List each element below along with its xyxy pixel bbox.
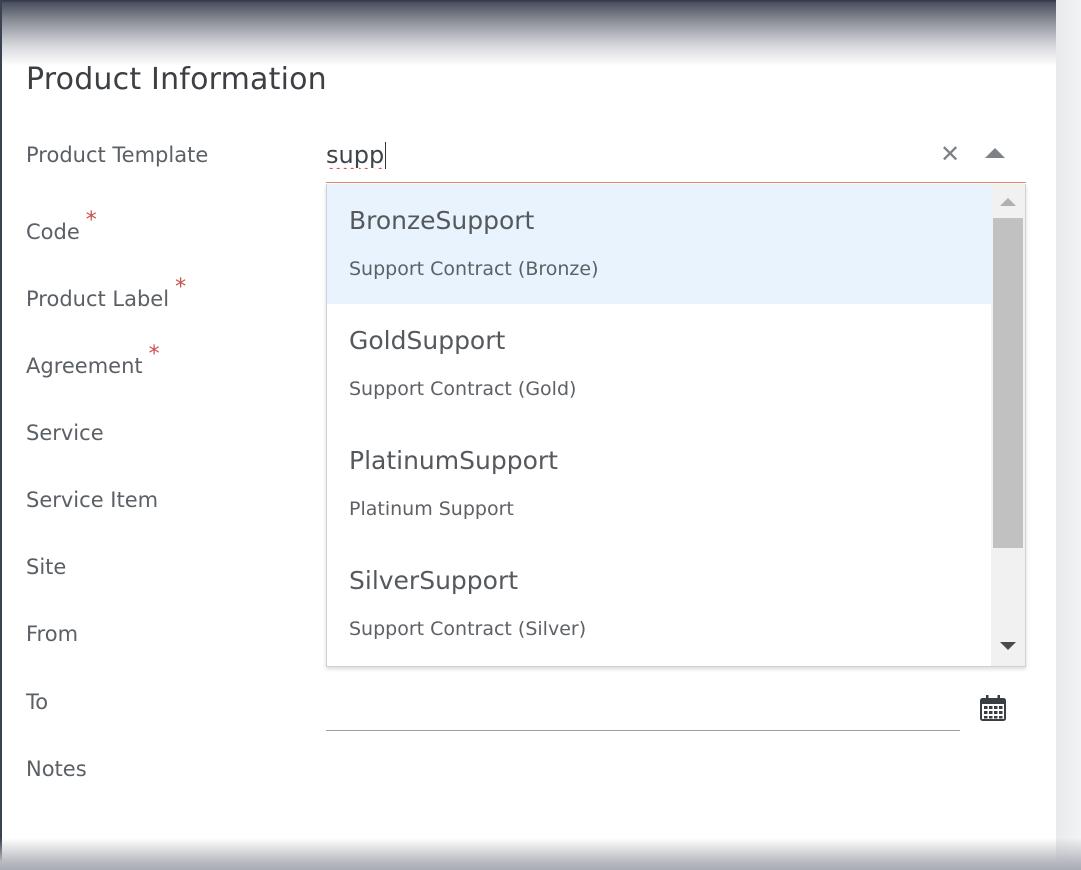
text-caret xyxy=(385,142,386,169)
close-icon[interactable]: ✕ xyxy=(938,140,962,168)
option-description: Support Contract (Gold) xyxy=(349,378,577,400)
service-label: Service xyxy=(26,421,104,445)
required-marker: * xyxy=(175,275,187,300)
site-label-text: Site xyxy=(26,555,67,579)
option-code: BronzeSupport xyxy=(349,206,535,235)
site-label: Site xyxy=(26,555,66,579)
option-code: GoldSupport xyxy=(349,326,506,355)
notes-label-text: Notes xyxy=(26,757,87,781)
product-template-dropdown[interactable]: BronzeSupport Support Contract (Bronze) … xyxy=(326,184,1026,667)
option-description: Platinum Support xyxy=(349,498,514,520)
required-marker: * xyxy=(85,208,97,233)
service-item-label: Service Item xyxy=(26,488,158,512)
product-label-label: Product Label * xyxy=(26,275,186,312)
option-code: PlatinumSupport xyxy=(349,446,558,475)
from-label: From xyxy=(26,622,78,646)
notes-label: Notes xyxy=(26,757,87,781)
frame-border xyxy=(0,0,2,870)
option-description: Support Contract (Silver) xyxy=(349,618,587,640)
product-template-label-text: Product Template xyxy=(26,143,209,167)
option-code: SilverSupport xyxy=(349,566,519,595)
list-item[interactable]: PlatinumSupport Platinum Support xyxy=(327,424,991,544)
code-label: Code * xyxy=(26,208,97,245)
bottom-shadow xyxy=(0,838,1081,870)
agreement-label: Agreement * xyxy=(26,342,160,379)
section-title: Product Information xyxy=(26,62,327,97)
product-template-input[interactable] xyxy=(326,138,916,172)
option-description: Support Contract (Bronze) xyxy=(349,258,599,280)
agreement-label-text: Agreement xyxy=(26,354,143,378)
top-shadow xyxy=(0,0,1081,66)
list-item[interactable]: GoldSupport Support Contract (Gold) xyxy=(327,304,991,424)
scroll-thumb[interactable] xyxy=(993,218,1023,548)
product-template-label: Product Template xyxy=(26,143,208,167)
caret-up-icon[interactable] xyxy=(982,144,1010,164)
scroll-down-arrow-icon[interactable] xyxy=(991,634,1025,658)
to-label: To xyxy=(26,690,48,714)
product-template-combobox[interactable]: ✕ xyxy=(326,128,1026,183)
right-gutter xyxy=(1056,0,1081,870)
dropdown-scrollbar[interactable] xyxy=(991,184,1025,666)
list-item[interactable]: SilverSupport Support Contract (Silver) xyxy=(327,544,991,664)
to-label-text: To xyxy=(26,690,49,714)
list-item[interactable]: BronzeSupport Support Contract (Bronze) xyxy=(327,184,991,304)
calendar-icon[interactable] xyxy=(979,694,1007,722)
from-label-text: From xyxy=(26,622,79,646)
to-date-input[interactable] xyxy=(326,690,960,731)
required-marker: * xyxy=(148,342,160,367)
product-label-label-text: Product Label xyxy=(26,287,170,311)
service-label-text: Service xyxy=(26,421,104,445)
scroll-up-arrow-icon[interactable] xyxy=(991,190,1025,214)
service-item-label-text: Service Item xyxy=(26,488,159,512)
code-label-text: Code xyxy=(26,220,80,244)
